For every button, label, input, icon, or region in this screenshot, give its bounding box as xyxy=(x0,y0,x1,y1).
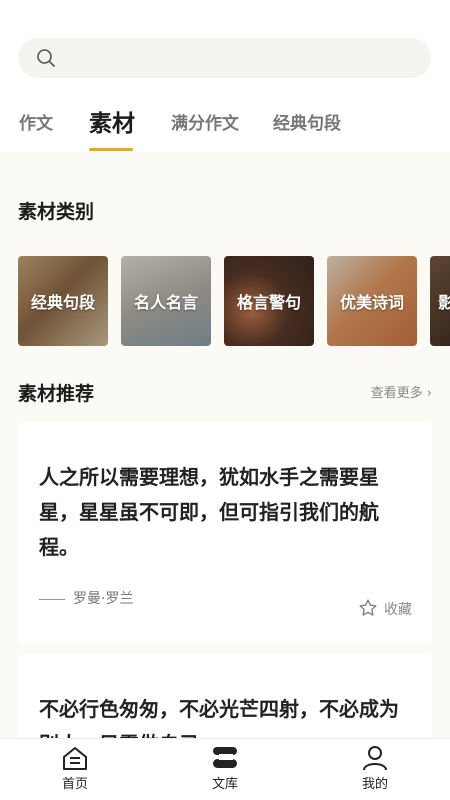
active-tab-indicator xyxy=(89,148,133,151)
tab-bar: 作文 素材 满分作文 经典句段 xyxy=(0,100,450,152)
category-card[interactable]: 优美诗词 xyxy=(327,256,417,346)
search-bar[interactable] xyxy=(18,38,431,78)
category-card[interactable]: 影 xyxy=(430,256,450,346)
recommend-title: 素材推荐 xyxy=(18,383,95,405)
nav-library[interactable]: 文库 xyxy=(195,745,255,792)
view-more-link[interactable]: 查看更多 › xyxy=(371,382,432,401)
tab-full-score-essay[interactable]: 满分作文 xyxy=(171,109,239,134)
quote-card[interactable]: 人之所以需要理想，犹如水手之需要星星，星星虽不可即，但可指引我们的航程。 罗曼·… xyxy=(18,422,432,644)
author-name: 罗曼·罗兰 xyxy=(73,591,134,607)
home-icon xyxy=(63,747,87,770)
category-label: 影 xyxy=(438,293,450,312)
favorite-button[interactable]: 收藏 xyxy=(358,598,412,619)
tab-material[interactable]: 素材 xyxy=(89,104,135,138)
category-list: 经典句段 名人名言 格言警句 优美诗词 影 xyxy=(18,256,450,346)
author-dash xyxy=(39,598,65,600)
quote-author: 罗曼·罗兰 xyxy=(39,588,133,608)
nav-home[interactable]: 首页 xyxy=(45,745,105,792)
nav-label: 文库 xyxy=(211,777,238,792)
nav-profile[interactable]: 我的 xyxy=(345,745,405,792)
star-icon xyxy=(359,599,377,616)
category-card[interactable]: 格言警句 xyxy=(224,256,314,346)
library-icon xyxy=(213,747,237,768)
category-label: 经典句段 xyxy=(30,293,95,312)
category-label: 名人名言 xyxy=(133,293,198,312)
user-icon xyxy=(363,746,387,771)
quote-text: 人之所以需要理想，犹如水手之需要星星，星星虽不可即，但可指引我们的航程。 xyxy=(39,465,379,559)
nav-label: 首页 xyxy=(61,777,88,792)
favorite-label: 收藏 xyxy=(384,602,412,618)
category-card[interactable]: 名人名言 xyxy=(121,256,211,346)
categories-title: 素材类别 xyxy=(18,201,95,223)
category-card[interactable]: 经典句段 xyxy=(18,256,108,346)
bottom-navigation: 首页 文库 我的 xyxy=(0,738,450,800)
category-label: 格言警句 xyxy=(236,293,301,312)
category-label: 优美诗词 xyxy=(339,293,404,312)
search-icon xyxy=(37,49,55,67)
tab-classic-passages[interactable]: 经典句段 xyxy=(273,109,341,134)
nav-label: 我的 xyxy=(361,777,388,792)
tab-essay[interactable]: 作文 xyxy=(19,109,53,134)
top-header: 作文 素材 满分作文 经典句段 xyxy=(0,0,450,152)
